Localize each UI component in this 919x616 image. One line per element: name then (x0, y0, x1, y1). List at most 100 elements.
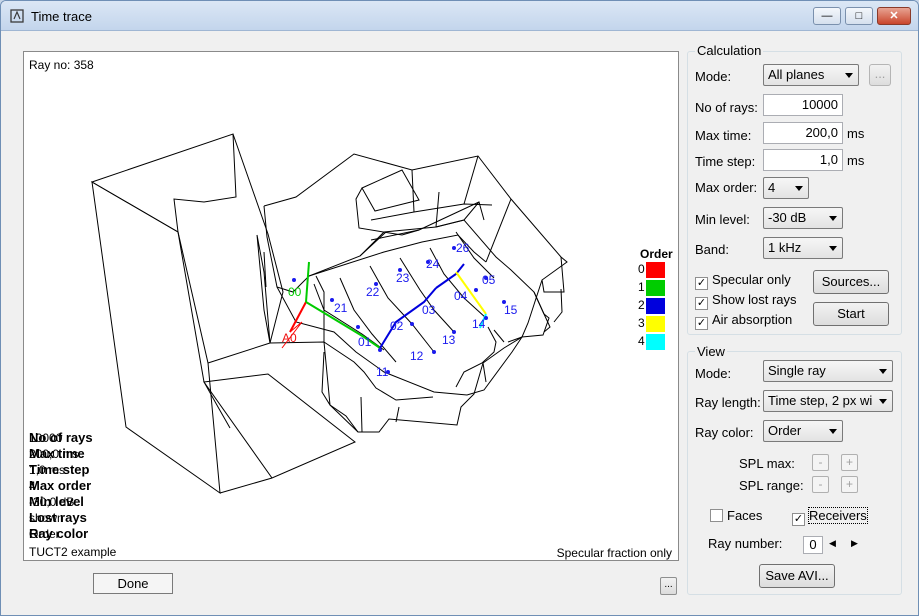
chevron-down-icon (845, 73, 853, 78)
maximize-button[interactable]: □ (845, 7, 873, 25)
status-box: Done (93, 573, 173, 594)
receiver-label: 26 (456, 241, 470, 255)
receiver-label: 05 (482, 273, 496, 287)
ray-trace-viewport[interactable]: 00 01 02 03 04 05 11 12 13 14 15 21 22 2… (23, 51, 679, 561)
calc-mode-more-button[interactable]: ... (869, 64, 891, 86)
max-order-value: 4 (768, 180, 776, 195)
receiver-label: 14 (472, 317, 486, 331)
stats-panel: No of rays 10000 Max time 200,0 ms Time st… (29, 430, 93, 542)
save-avi-button[interactable]: Save AVI... (759, 564, 835, 588)
min-level-label: Min level: (695, 212, 750, 227)
legend-swatch (646, 280, 665, 296)
stat-label: Max order (29, 478, 92, 493)
specular-only-label: Specular only (712, 272, 791, 287)
spl-max-label: SPL max: (739, 456, 795, 471)
status-more-button[interactable]: ... (660, 577, 677, 595)
sources-button[interactable]: Sources... (813, 270, 889, 294)
air-absorption-label: Air absorption (712, 312, 793, 327)
chevron-left-icon[interactable]: ◀ (829, 538, 836, 548)
chevron-down-icon (879, 369, 887, 374)
max-order-select[interactable]: 4 (763, 177, 809, 199)
receiver-label: 02 (390, 319, 404, 333)
max-time-input[interactable]: 200,0 (763, 122, 843, 144)
faces-checkbox[interactable]: Faces (710, 508, 762, 523)
receiver-label: 23 (396, 271, 410, 285)
time-trace-window: Time trace — □ ✕ 00 01 02 03 04 05 11 12… (0, 0, 919, 616)
start-button[interactable]: Start (813, 302, 889, 326)
view-mode-value: Single ray (768, 363, 826, 378)
stat-label: Max time (29, 446, 85, 461)
maximize-icon: □ (855, 10, 863, 22)
receivers-label: Receivers (808, 507, 868, 524)
ray-color-select[interactable]: Order (763, 420, 843, 442)
receiver-label: 12 (410, 349, 424, 363)
view-title: View (695, 344, 727, 359)
calculation-title: Calculation (695, 43, 764, 58)
spl-range-minus-button[interactable]: - (812, 476, 829, 493)
min-level-select[interactable]: -30 dB (763, 207, 843, 229)
checkmark-icon: ✓ (695, 277, 708, 290)
legend-label: 4 (638, 334, 645, 348)
checkbox-icon (710, 509, 723, 522)
legend-swatch (646, 262, 665, 278)
band-value: 1 kHz (768, 240, 802, 255)
stat-label: Ray color (29, 526, 89, 541)
checkmark-icon: ✓ (695, 297, 708, 310)
ray-number-input[interactable]: 0 (803, 536, 823, 554)
band-label: Band: (695, 242, 729, 257)
close-button[interactable]: ✕ (877, 7, 911, 25)
rays-input[interactable]: 10000 (763, 94, 843, 116)
legend-label: 2 (638, 298, 645, 312)
spl-max-minus-button[interactable]: - (812, 454, 829, 471)
air-absorption-checkbox[interactable]: ✓ Air absorption (695, 312, 792, 330)
legend-swatch (646, 298, 665, 314)
receiver-label: 13 (442, 333, 456, 347)
chevron-down-icon (829, 216, 837, 221)
view-group (687, 351, 902, 595)
max-time-label: Max time: (695, 128, 752, 143)
ray-number-readout: Ray no: 358 (29, 58, 94, 72)
ray-color-label: Ray color: (695, 425, 754, 440)
view-mode-select[interactable]: Single ray (763, 360, 893, 382)
receiver-label: 00 (288, 285, 302, 299)
receiver-label: 24 (426, 257, 440, 271)
calc-mode-select[interactable]: All planes (763, 64, 859, 86)
example-name: TUCT2 example (29, 545, 117, 559)
ray-length-label: Ray length: (695, 395, 761, 410)
spl-range-label: SPL range: (739, 478, 804, 493)
room-model-drawing: 00 01 02 03 04 05 11 12 13 14 15 21 22 2… (90, 133, 568, 495)
minimize-icon: — (821, 10, 833, 22)
show-lost-rays-label: Show lost rays (712, 292, 797, 307)
legend-label: 0 (638, 262, 645, 276)
ray-number-spinner[interactable]: ◀ ▶ (829, 538, 858, 549)
show-lost-rays-checkbox[interactable]: ✓ Show lost rays (695, 292, 797, 310)
receivers-checkbox[interactable]: ✓ Receivers (792, 507, 868, 526)
view-mode-label: Mode: (695, 366, 732, 381)
receiver-label: 22 (366, 285, 380, 299)
specular-note: Specular fraction only (556, 546, 672, 560)
spl-range-plus-button[interactable]: + (841, 476, 858, 493)
chevron-right-icon[interactable]: ▶ (851, 538, 858, 548)
time-step-input[interactable]: 1,0 (763, 149, 843, 171)
stat-label: No of rays (29, 430, 93, 445)
app-icon (10, 9, 24, 23)
client-area: 00 01 02 03 04 05 11 12 13 14 15 21 22 2… (9, 31, 912, 609)
checkmark-icon: ✓ (695, 317, 708, 330)
ray-length-select[interactable]: Time step, 2 px wi (763, 390, 893, 412)
receiver-label: 01 (358, 335, 372, 349)
specular-only-checkbox[interactable]: ✓ Specular only (695, 272, 791, 290)
minimize-button[interactable]: — (813, 7, 841, 25)
chevron-down-icon (879, 399, 887, 404)
receiver-label: 04 (454, 289, 468, 303)
spl-max-plus-button[interactable]: + (841, 454, 858, 471)
legend-title: Order (640, 247, 673, 261)
rays-label: No of rays: (695, 100, 758, 115)
max-order-label: Max order: (695, 180, 758, 195)
stat-label: Lost rays (29, 510, 87, 525)
band-select[interactable]: 1 kHz (763, 237, 843, 259)
receiver-label: 03 (422, 303, 436, 317)
window-title: Time trace (31, 9, 92, 24)
stat-label: Min level (29, 494, 84, 509)
title-bar: Time trace — □ ✕ (1, 1, 918, 31)
time-step-label: Time step: (695, 154, 756, 169)
